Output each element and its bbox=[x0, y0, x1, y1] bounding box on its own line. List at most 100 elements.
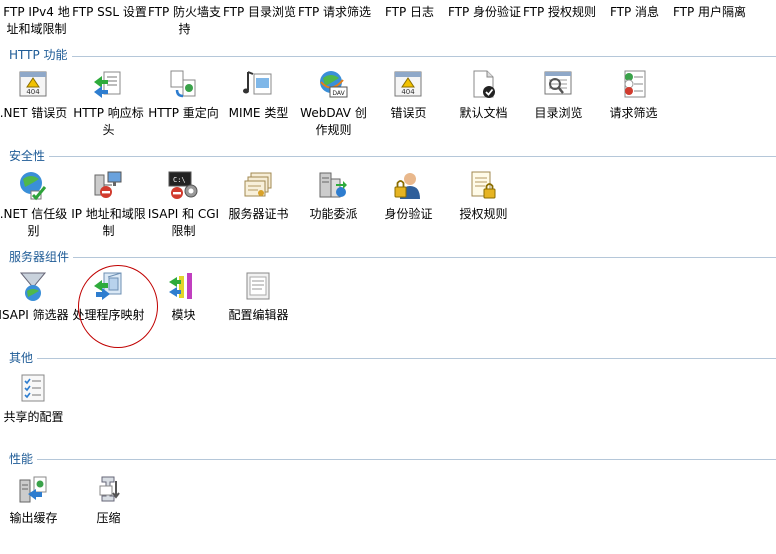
feature-http-redirect[interactable]: HTTP 重定向 bbox=[146, 68, 221, 122]
feature-label: FTP 用户隔离 bbox=[672, 5, 747, 19]
feature-isapi-filters[interactable]: ISAPI 筛选器 bbox=[0, 270, 71, 324]
feature-label: 身份验证 bbox=[384, 207, 433, 221]
section-divider bbox=[9, 156, 776, 157]
feature-label: FTP 身份验证 bbox=[447, 5, 522, 19]
section-divider bbox=[9, 257, 776, 258]
webdav-icon: DAV bbox=[317, 68, 349, 100]
feature-label: 目录浏览 bbox=[534, 106, 583, 120]
feature-directory-browsing[interactable]: 目录浏览 bbox=[521, 68, 596, 122]
feature-label: FTP IPv4 地址和域限制 bbox=[3, 5, 70, 36]
section-title-http[interactable]: HTTP 功能 bbox=[9, 48, 72, 62]
feature-webdav-authoring-rules[interactable]: DAV WebDAV 创作规则 bbox=[296, 68, 371, 139]
feature-error-pages[interactable]: 404 错误页 bbox=[371, 68, 446, 122]
feature-isapi-cgi-restrictions[interactable]: C:\ ISAPI 和 CGI 限制 bbox=[146, 169, 221, 240]
server-components-row: ISAPI 筛选器 处理程序映射 模块 配置编辑器 bbox=[0, 270, 776, 350]
feature-configuration-editor[interactable]: 配置编辑器 bbox=[221, 270, 296, 324]
feature-ftp-directory-browsing[interactable]: FTP 目录浏览 bbox=[222, 4, 297, 21]
section-title-server-components[interactable]: 服务器组件 bbox=[9, 250, 74, 264]
feature-ftp-authorization[interactable]: FTP 授权规则 bbox=[522, 4, 597, 21]
feature-ftp-ssl[interactable]: FTP SSL 设置 bbox=[72, 4, 147, 21]
ftp-feature-row: FTP IPv4 地址和域限制 FTP SSL 设置 FTP 防火墙支持 FTP… bbox=[0, 0, 776, 40]
feature-authorization-rules[interactable]: 授权规则 bbox=[446, 169, 521, 223]
feature-label: FTP 目录浏览 bbox=[222, 5, 297, 19]
authentication-icon bbox=[392, 169, 424, 201]
trust-levels-icon bbox=[17, 169, 49, 201]
svg-text:DAV: DAV bbox=[332, 90, 345, 97]
feature-label: 模块 bbox=[171, 308, 196, 322]
feature-net-trust-levels[interactable]: .NET 信任级别 bbox=[0, 169, 71, 240]
compression-icon bbox=[92, 473, 124, 505]
http-response-headers-icon bbox=[92, 68, 124, 100]
feature-label: .NET 错误页 bbox=[0, 106, 68, 120]
feature-label: 压缩 bbox=[96, 511, 121, 525]
feature-label: 处理程序映射 bbox=[72, 308, 145, 322]
feature-label: FTP 授权规则 bbox=[522, 5, 597, 19]
feature-default-document[interactable]: 默认文档 bbox=[446, 68, 521, 122]
feature-label: 默认文档 bbox=[459, 106, 508, 120]
feature-compression[interactable]: 压缩 bbox=[71, 473, 146, 527]
http-redirect-icon bbox=[167, 68, 199, 100]
feature-label: .NET 信任级别 bbox=[0, 207, 68, 238]
svg-text:C:\: C:\ bbox=[173, 176, 186, 184]
feature-label: 服务器证书 bbox=[228, 207, 289, 221]
feature-label: 请求筛选 bbox=[609, 106, 658, 120]
feature-delegation-icon bbox=[317, 169, 349, 201]
feature-label: HTTP 响应标头 bbox=[73, 106, 144, 137]
feature-label: ISAPI 筛选器 bbox=[0, 308, 69, 322]
feature-label: WebDAV 创作规则 bbox=[300, 106, 367, 137]
feature-output-caching[interactable]: 输出缓存 bbox=[0, 473, 71, 527]
shared-configuration-icon bbox=[17, 372, 49, 404]
error-page-404-icon: 404 bbox=[392, 68, 424, 100]
feature-label: 配置编辑器 bbox=[228, 308, 289, 322]
feature-label: MIME 类型 bbox=[228, 106, 289, 120]
http-feature-row: 404 .NET 错误页 HTTP 响应标头 HTTP 重定向 MIME 类型 … bbox=[0, 68, 776, 148]
section-title-security[interactable]: 安全性 bbox=[9, 149, 50, 163]
feature-label: HTTP 重定向 bbox=[148, 106, 219, 120]
feature-ftp-firewall[interactable]: FTP 防火墙支持 bbox=[147, 4, 222, 38]
feature-handler-mappings[interactable]: 处理程序映射 bbox=[71, 270, 146, 324]
feature-net-error-pages[interactable]: 404 .NET 错误页 bbox=[0, 68, 71, 122]
feature-label: 共享的配置 bbox=[3, 410, 64, 424]
feature-shared-configuration[interactable]: 共享的配置 bbox=[0, 372, 71, 426]
section-divider bbox=[9, 459, 776, 460]
section-title-performance[interactable]: 性能 bbox=[9, 452, 38, 466]
feature-modules[interactable]: 模块 bbox=[146, 270, 221, 324]
feature-ip-domain-restrictions[interactable]: IP 地址和域限制 bbox=[71, 169, 146, 240]
section-title-other[interactable]: 其他 bbox=[9, 351, 38, 365]
feature-ftp-request-filtering[interactable]: FTP 请求筛选 bbox=[297, 4, 372, 21]
feature-feature-delegation[interactable]: 功能委派 bbox=[296, 169, 371, 223]
feature-ftp-authentication[interactable]: FTP 身份验证 bbox=[447, 4, 522, 21]
svg-text:404: 404 bbox=[26, 88, 40, 96]
feature-mime-types[interactable]: MIME 类型 bbox=[221, 68, 296, 122]
feature-authentication[interactable]: 身份验证 bbox=[371, 169, 446, 223]
modules-icon bbox=[167, 270, 199, 302]
error-page-404-icon: 404 bbox=[17, 68, 49, 100]
isapi-filters-icon bbox=[17, 270, 49, 302]
feature-request-filtering[interactable]: 请求筛选 bbox=[596, 68, 671, 122]
feature-label: 授权规则 bbox=[459, 207, 508, 221]
feature-ftp-user-isolation[interactable]: FTP 用户隔离 bbox=[672, 4, 747, 21]
feature-ftp-ipv4[interactable]: FTP IPv4 地址和域限制 bbox=[0, 4, 74, 38]
feature-label: ISAPI 和 CGI 限制 bbox=[147, 207, 220, 238]
feature-ftp-messages[interactable]: FTP 消息 bbox=[597, 4, 672, 21]
feature-label: FTP SSL 设置 bbox=[72, 5, 147, 19]
feature-http-response-headers[interactable]: HTTP 响应标头 bbox=[71, 68, 146, 139]
feature-server-certificates[interactable]: 服务器证书 bbox=[221, 169, 296, 223]
ip-restrictions-icon bbox=[92, 169, 124, 201]
server-certificates-icon bbox=[242, 169, 274, 201]
feature-label: 错误页 bbox=[390, 106, 427, 120]
request-filtering-icon bbox=[617, 68, 649, 100]
other-feature-row: 共享的配置 bbox=[0, 372, 776, 432]
feature-label: 输出缓存 bbox=[9, 511, 58, 525]
configuration-editor-icon bbox=[242, 270, 274, 302]
feature-label: FTP 防火墙支持 bbox=[147, 5, 222, 36]
directory-browsing-icon bbox=[542, 68, 574, 100]
feature-label: 功能委派 bbox=[309, 207, 358, 221]
mime-types-icon bbox=[242, 68, 274, 100]
handler-mappings-icon bbox=[92, 270, 124, 302]
feature-ftp-logging[interactable]: FTP 日志 bbox=[372, 4, 447, 21]
feature-label: FTP 消息 bbox=[609, 5, 660, 19]
feature-label: FTP 请求筛选 bbox=[297, 5, 372, 19]
authorization-rules-icon bbox=[467, 169, 499, 201]
svg-text:404: 404 bbox=[401, 88, 415, 96]
